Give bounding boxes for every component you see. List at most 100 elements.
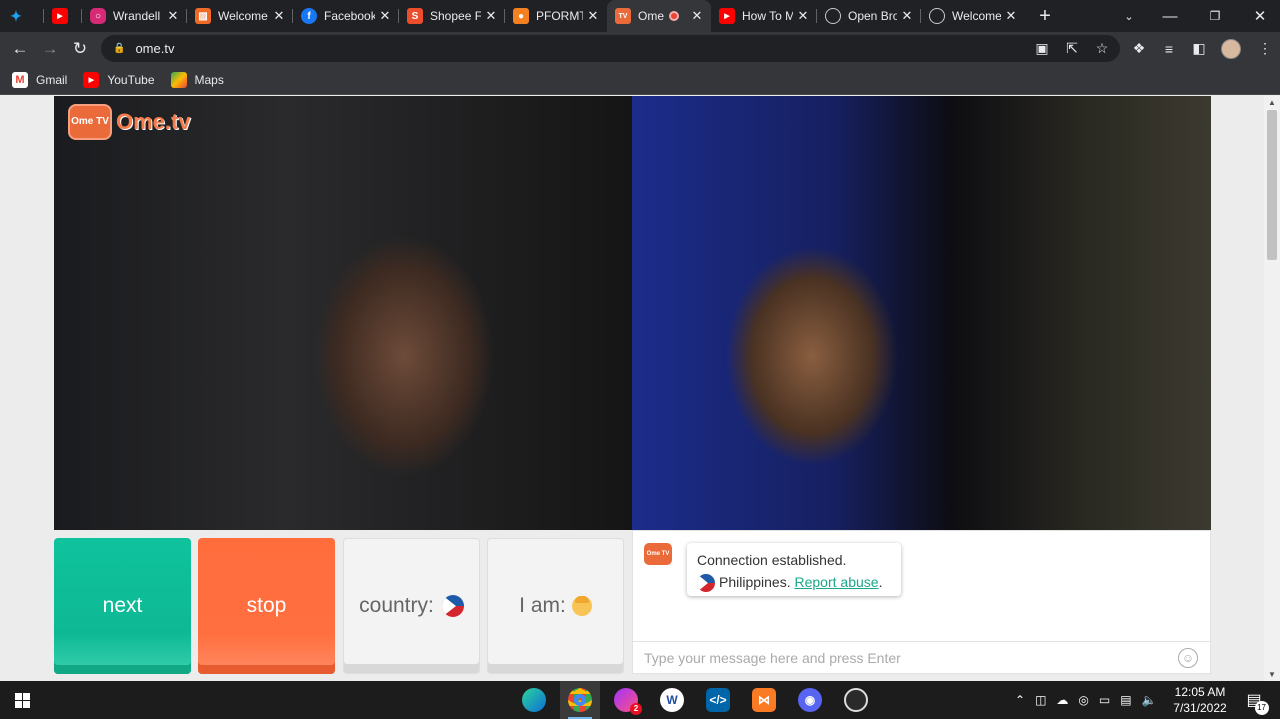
profile-button[interactable] (1216, 32, 1246, 65)
tab-title: Welcome (218, 9, 268, 23)
stop-button[interactable]: stop (198, 538, 335, 674)
reload-button[interactable]: ↻ (65, 34, 95, 64)
tab-instagram[interactable]: ○ Wrandell ✕ (82, 0, 187, 32)
tab-search-button[interactable]: ⌄ (1109, 0, 1149, 32)
bookmark-star-button[interactable]: ☆ (1087, 32, 1117, 65)
camera-icon: ▣ (1035, 40, 1049, 56)
close-icon[interactable]: ✕ (585, 8, 601, 24)
chevron-down-icon: ⌄ (1124, 10, 1134, 23)
microphone-icon[interactable]: ◎ (1078, 693, 1088, 707)
youtube-icon: ▶ (83, 71, 100, 88)
lock-icon: 🔒 (113, 43, 126, 54)
taskbar-vscode[interactable]: </> (698, 681, 738, 719)
app-icon: ▨ (195, 8, 211, 24)
side-panel-button[interactable]: ◧ (1184, 32, 1214, 65)
new-tab-button[interactable]: + (1025, 0, 1065, 32)
taskbar-discord[interactable]: ◉ (790, 681, 830, 719)
bookmark-youtube[interactable]: ▶ YouTube (83, 71, 155, 88)
local-video: Ome TV Ome.tv (54, 96, 632, 530)
extensions-button[interactable]: ❖ (1124, 32, 1154, 65)
gender-button[interactable]: I am: (487, 538, 624, 674)
scroll-up-icon[interactable]: ▲ (1264, 98, 1280, 107)
globe-icon (825, 8, 841, 24)
share-button[interactable]: ⇱ (1057, 32, 1087, 65)
minimize-icon: — (1162, 7, 1178, 25)
media-control-button[interactable]: ≡ (1154, 32, 1184, 65)
ometv-logo-icon: Ome TV (68, 104, 112, 140)
network-icon[interactable]: ▤ (1120, 693, 1131, 707)
tab-open-broadcaster[interactable]: Open Bro ✕ (817, 0, 921, 32)
message-input[interactable]: Type your message here and press Enter ☺ (633, 641, 1210, 674)
forward-button[interactable]: → (35, 34, 65, 64)
scroll-down-icon[interactable]: ▼ (1264, 670, 1280, 679)
logo-badge-text: Ome TV (71, 116, 109, 127)
start-button[interactable] (2, 681, 42, 719)
ometv-logo[interactable]: Ome TV Ome.tv (68, 104, 191, 140)
page-scrollbar[interactable]: ▲ ▼ (1264, 96, 1280, 681)
clock-date: 7/31/2022 (1173, 701, 1227, 715)
country-button[interactable]: country: (343, 538, 480, 674)
reload-icon: ↻ (72, 38, 88, 58)
restore-button[interactable]: ❐ (1195, 0, 1235, 32)
close-icon[interactable]: ✕ (689, 8, 705, 24)
message-placeholder: Type your message here and press Enter (644, 650, 901, 666)
meet-now-icon[interactable]: ◫ (1035, 693, 1046, 707)
tab-shopee[interactable]: S Shopee F ✕ (399, 0, 505, 32)
share-icon: ⇱ (1066, 40, 1078, 56)
taskbar-messenger[interactable]: 2 (606, 681, 646, 719)
report-abuse-link[interactable]: Report abuse (795, 574, 879, 590)
tab-strip: ✦ ▶ ○ Wrandell ✕ ▨ Welcome ✕ f Facebook … (0, 0, 1280, 32)
bookmark-gmail[interactable]: M Gmail (12, 71, 68, 88)
bookmark-maps[interactable]: Maps (170, 71, 224, 88)
next-label: next (102, 594, 143, 617)
close-icon[interactable]: ✕ (1003, 8, 1019, 24)
ometv-logo-icon: Ome TV (644, 543, 672, 565)
taskbar-chrome[interactable] (560, 681, 600, 719)
tab-ometv[interactable]: TV Ome ✕ (607, 0, 711, 32)
close-icon[interactable]: ✕ (899, 8, 915, 24)
volume-icon[interactable]: 🔈 (1142, 693, 1157, 707)
taskbar-edge[interactable] (514, 681, 554, 719)
tab-youtube[interactable]: ▶ (44, 0, 82, 32)
scroll-thumb[interactable] (1267, 110, 1277, 260)
notifications-button[interactable]: ▤ 17 (1236, 681, 1272, 719)
close-icon[interactable]: ✕ (165, 8, 181, 24)
system-tray: ⌃ ◫ ☁ ◎ ▭ ▤ 🔈 (1015, 681, 1157, 719)
close-window-button[interactable]: ✕ (1240, 0, 1280, 32)
back-button[interactable]: ← (5, 34, 35, 64)
stop-label: stop (246, 594, 287, 617)
philippines-flag-icon (697, 574, 715, 593)
taskbar-obs[interactable] (836, 681, 876, 719)
tab-facebook[interactable]: f Facebook ✕ (293, 0, 399, 32)
tab-welcome-2[interactable]: Welcome ✕ (921, 0, 1025, 32)
cloud-icon[interactable]: ☁ (1056, 693, 1068, 707)
discord-icon: ◉ (798, 688, 822, 712)
tab-youtube-howto[interactable]: ▶ How To M ✕ (711, 0, 817, 32)
tab-welcome[interactable]: ▨ Welcome ✕ (187, 0, 293, 32)
taskbar-xampp[interactable]: ⋈ (744, 681, 784, 719)
philippines-flag-icon (441, 595, 464, 617)
tab-title: Shopee F (430, 9, 481, 23)
tab-classroom[interactable]: ● PFORMT ✕ (505, 0, 607, 32)
tab-title: Facebook (324, 9, 375, 23)
next-button[interactable]: next (54, 538, 191, 674)
clock[interactable]: 12:05 AM 7/31/2022 (1168, 684, 1232, 716)
taskbar-app[interactable]: W (652, 681, 692, 719)
gmail-icon: M (12, 71, 28, 88)
camera-in-use-button[interactable]: ▣ (1027, 32, 1057, 65)
chrome-icon (568, 688, 592, 712)
tab-twitter[interactable]: ✦ (0, 0, 44, 32)
close-icon[interactable]: ✕ (271, 8, 287, 24)
battery-icon[interactable]: ▭ (1099, 693, 1110, 707)
chevron-up-icon[interactable]: ⌃ (1015, 693, 1025, 707)
globe-icon (929, 8, 945, 24)
close-icon[interactable]: ✕ (377, 8, 393, 24)
address-bar[interactable]: 🔒 ome.tv (101, 35, 1120, 62)
vscode-icon: </> (706, 688, 730, 712)
menu-button[interactable]: ⋮ (1250, 32, 1280, 65)
close-icon[interactable]: ✕ (483, 8, 499, 24)
minimize-button[interactable]: — (1150, 0, 1190, 32)
bookmark-label: Gmail (36, 72, 68, 87)
emoji-icon[interactable]: ☺ (1178, 648, 1198, 668)
close-icon[interactable]: ✕ (795, 8, 811, 24)
